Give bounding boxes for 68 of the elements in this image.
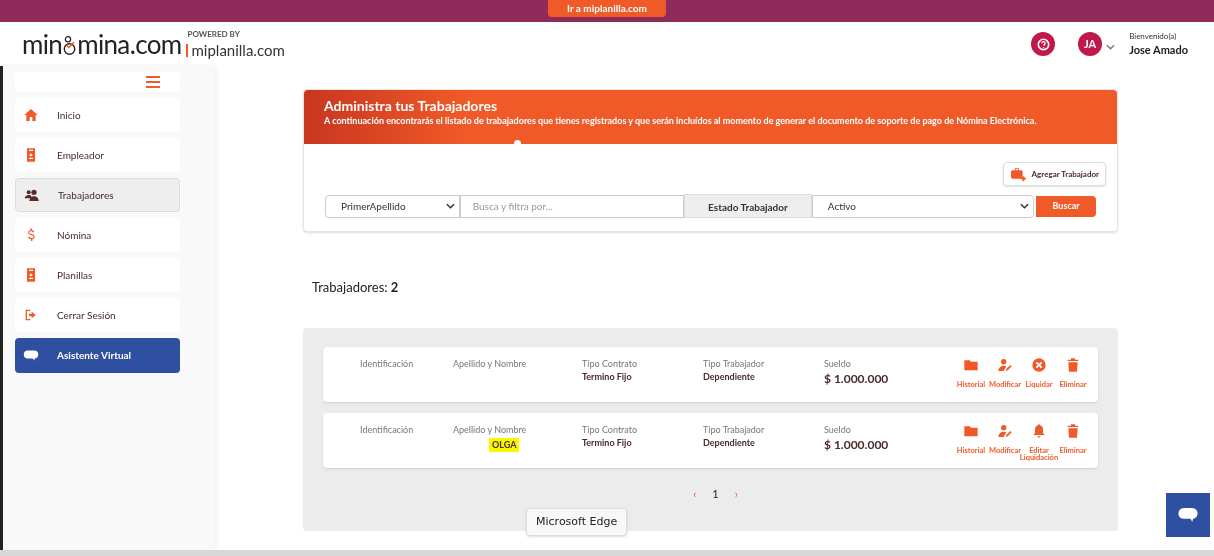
- sidebar-label: Cerrar Sesión: [57, 307, 116, 323]
- sidebar-item[interactable]: Trabajadores: [15, 178, 180, 212]
- logo-text: min: [22, 31, 63, 57]
- briefcase-plus-icon: [1010, 166, 1028, 182]
- column-label: Identificación: [360, 422, 415, 436]
- column-label: Apellido y Nombre: [453, 422, 528, 436]
- home-icon: [23, 107, 39, 123]
- sidebar-item[interactable]: Inicio: [15, 98, 180, 132]
- virtual-assistant-button[interactable]: Asistente Virtual: [15, 338, 180, 373]
- sidebar-label: Empleador: [57, 147, 104, 163]
- chat-button[interactable]: [1166, 493, 1210, 537]
- banner-title: Administra tus Trabajadores: [324, 97, 499, 115]
- sidebar-label: Planillas: [57, 267, 93, 283]
- menu-icon[interactable]: [146, 76, 160, 88]
- column-label: Tipo Contrato: [582, 422, 639, 436]
- chevron-down-icon[interactable]: [1106, 44, 1116, 50]
- add-worker-button[interactable]: Agregar Trabajador: [1003, 162, 1106, 186]
- column-label: Sueldo: [824, 422, 852, 436]
- sidebar-item[interactable]: Nómina: [15, 218, 180, 252]
- sidebar-label: Inicio: [57, 107, 81, 123]
- status-select[interactable]: Activo: [811, 194, 1035, 218]
- partner-logo-text: miplanilla.com: [191, 43, 285, 58]
- powered-by-label: POWERED BY: [187, 30, 241, 38]
- chat-bubble-icon: [23, 348, 39, 363]
- user-edit-icon: [997, 356, 1013, 373]
- users-icon: [24, 187, 40, 203]
- tooltip: Microsoft Edge: [526, 508, 628, 536]
- logo-person-icon: [62, 35, 78, 57]
- chevron-down-icon: [445, 203, 455, 209]
- column-label: Identificación: [360, 356, 415, 370]
- chevron-down-icon: [1020, 203, 1030, 209]
- column-value: $ 1.000.000: [824, 436, 890, 454]
- column-label: Sueldo: [824, 356, 852, 370]
- page-button[interactable]: 1: [712, 485, 719, 502]
- search-button[interactable]: Buscar: [1036, 195, 1096, 217]
- help-button[interactable]: [1031, 32, 1056, 56]
- sidebar-item[interactable]: Planillas: [15, 258, 180, 292]
- status-label: Estado Trabajador: [684, 194, 812, 218]
- user-avatar[interactable]: JA: [1078, 32, 1103, 56]
- user-edit-icon: [997, 422, 1013, 439]
- welcome-text: Bienvenido(a): [1129, 29, 1178, 42]
- workers-count: 2: [390, 279, 399, 295]
- column-label: Tipo Contrato: [582, 356, 639, 370]
- column-value: Termino Fijo: [582, 370, 633, 384]
- column-value: OLGA: [489, 438, 520, 452]
- column-label: Tipo Trabajador: [703, 422, 766, 436]
- sidebar-item[interactable]: Empleador: [15, 138, 180, 172]
- search-field[interactable]: Busca y filtra por...: [459, 194, 685, 218]
- workers-count-label: Trabajadores:: [312, 279, 388, 295]
- column-value: Dependiente: [703, 370, 756, 384]
- site-link-button[interactable]: Ir a miplanilla.com: [548, 0, 666, 17]
- column-label: Apellido y Nombre: [453, 356, 528, 370]
- column-value: Termino Fijo: [582, 436, 633, 450]
- help-icon: [1036, 37, 1050, 51]
- chat-bubble-icon: [1177, 506, 1199, 524]
- column-label: Tipo Trabajador: [703, 356, 766, 370]
- sidebar-label: Nómina: [57, 227, 92, 243]
- sidebar-item[interactable]: Cerrar Sesión: [15, 298, 180, 332]
- trash-icon: [1065, 422, 1081, 439]
- column-value: $ 1.000.000: [824, 370, 890, 388]
- banner-subtitle: A continuación encontrarás el listado de trabajadores que tienes registrados y que serán incluídos al momento de generar el documento de soporte de pago de Nómina Electrónica.: [324, 114, 1038, 126]
- sidebar-label: Trabajadores: [58, 187, 114, 203]
- user-name: Jose Amado: [1129, 41, 1188, 58]
- logo-text: mina.com: [77, 31, 182, 57]
- bell-icon: [1031, 422, 1047, 439]
- trash-icon: [1065, 356, 1081, 373]
- field-select[interactable]: PrimerApellido: [325, 194, 460, 218]
- column-value: Dependiente: [703, 436, 756, 450]
